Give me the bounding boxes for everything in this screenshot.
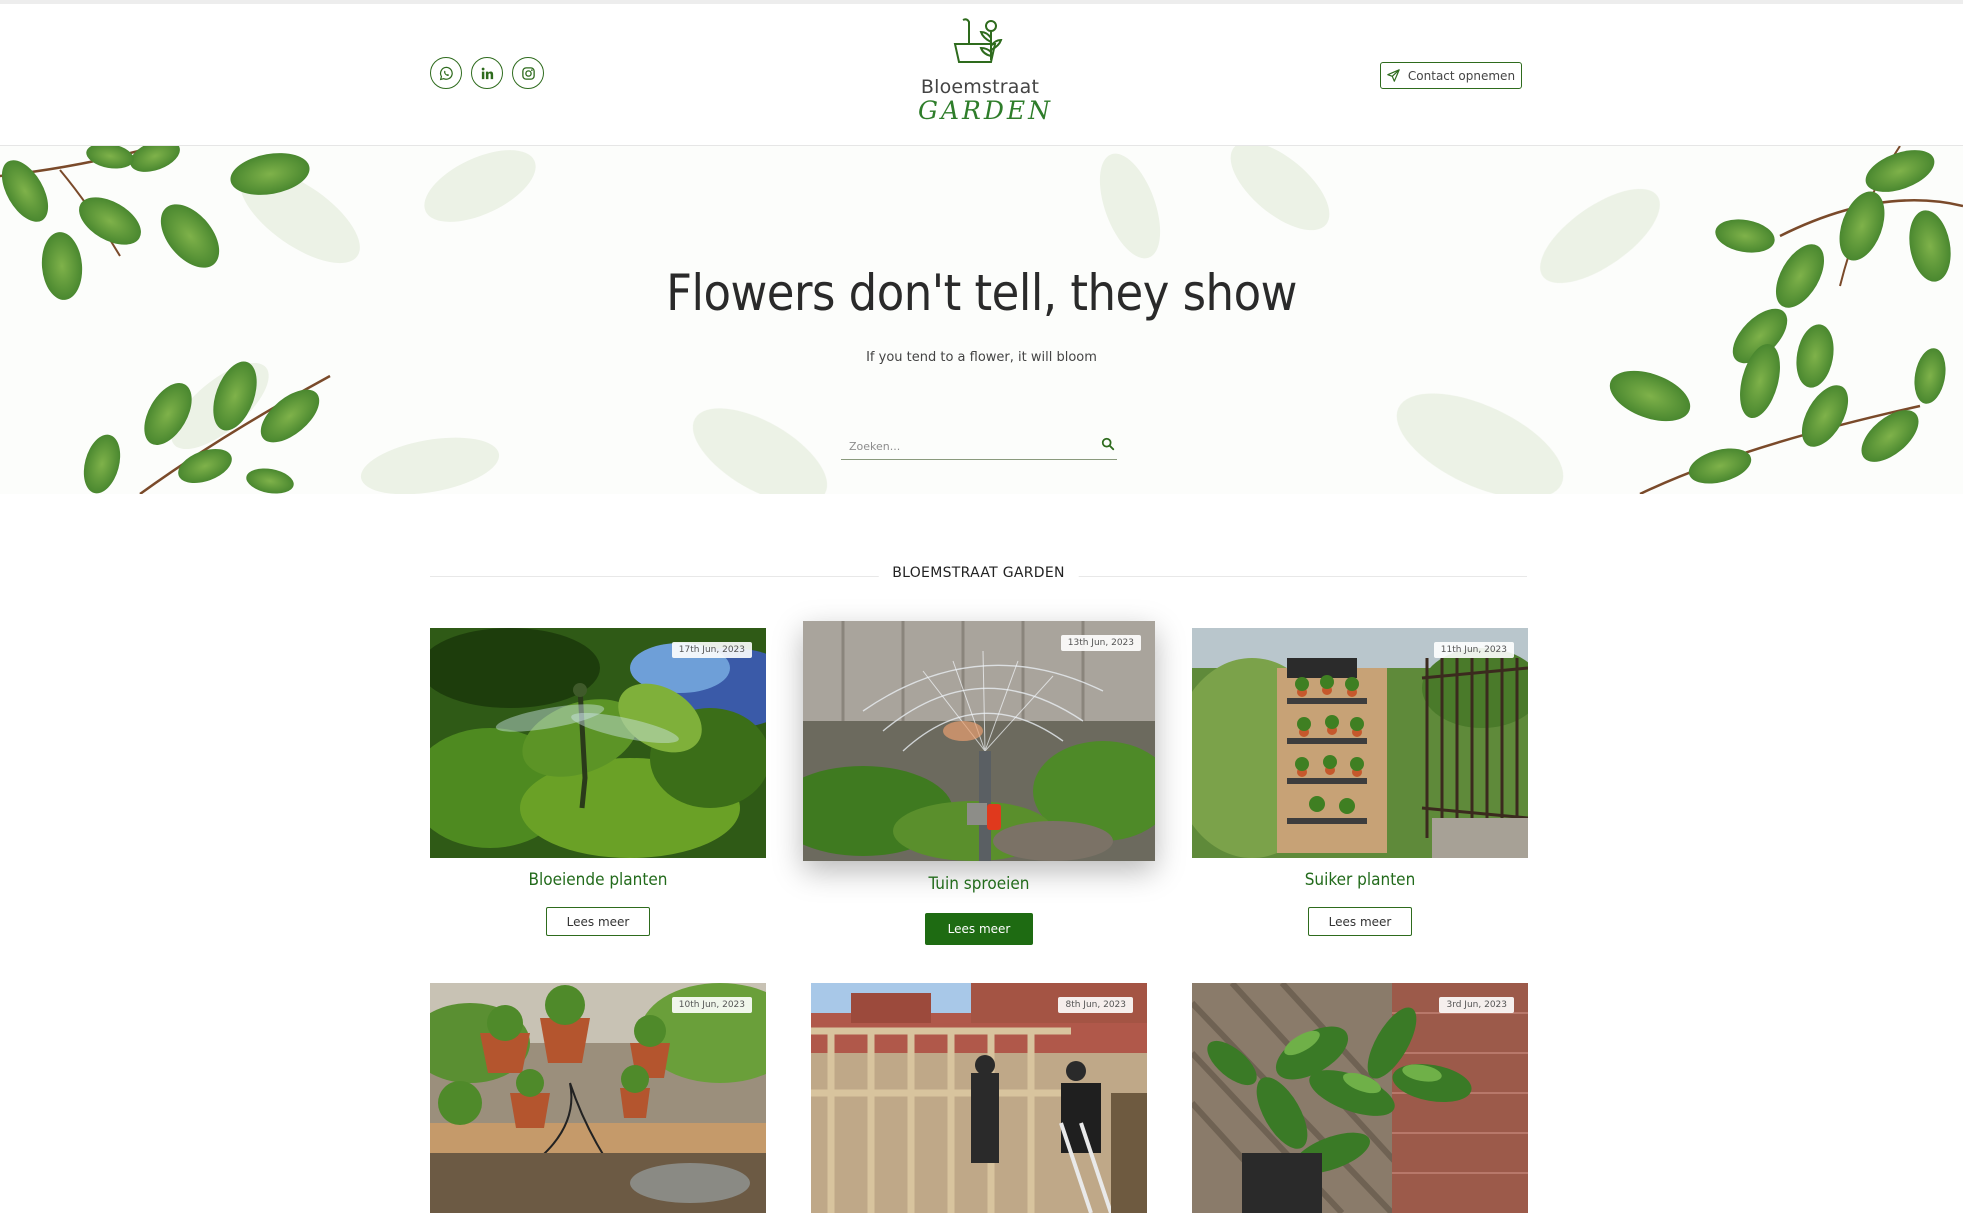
linkedin-icon bbox=[481, 67, 493, 79]
search-icon[interactable] bbox=[1101, 437, 1115, 451]
logo-text-garden: GARDEN bbox=[918, 96, 1054, 125]
post-date-badge: 17th Jun, 2023 bbox=[671, 642, 752, 658]
post-image-dragonfly[interactable]: 17th Jun, 2023 bbox=[430, 628, 766, 858]
site-logo[interactable]: Bloemstraat GARDEN bbox=[918, 16, 1054, 125]
post-title[interactable]: Tuin sproeien bbox=[803, 874, 1155, 894]
instagram-icon bbox=[521, 66, 535, 80]
site-header: Bloemstraat GARDEN Contact opnemen bbox=[0, 4, 1963, 146]
read-more-button[interactable]: Lees meer bbox=[925, 913, 1033, 945]
contact-button[interactable]: Contact opnemen bbox=[1380, 62, 1522, 89]
post-image-shed-build[interactable]: 8th Jun, 2023 bbox=[811, 983, 1147, 1213]
garden-tools-logo-icon bbox=[953, 18, 1003, 63]
whatsapp-link[interactable] bbox=[430, 57, 462, 89]
paper-plane-icon bbox=[1387, 69, 1400, 82]
linkedin-link[interactable] bbox=[471, 57, 503, 89]
section-header: BLOEMSTRAAT GARDEN bbox=[430, 560, 1527, 590]
post-date-badge: 11th Jun, 2023 bbox=[1433, 642, 1514, 658]
logo-text-bloemstraat: Bloemstraat bbox=[920, 76, 1040, 98]
post-title[interactable]: Suiker planten bbox=[1192, 870, 1528, 890]
hero-banner: Flowers don't tell, they show If you ten… bbox=[0, 146, 1963, 494]
post-date-badge: 8th Jun, 2023 bbox=[1058, 997, 1133, 1013]
post-card: 8th Jun, 2023 bbox=[811, 983, 1147, 1213]
contact-button-label: Contact opnemen bbox=[1407, 68, 1516, 83]
post-card: 11th Jun, 2023 Suiker planten Lees meer bbox=[1192, 628, 1528, 943]
post-image-plants-on-deck[interactable]: 3rd Jun, 2023 bbox=[1192, 983, 1528, 1213]
post-image-potted-plants[interactable]: 10th Jun, 2023 bbox=[430, 983, 766, 1213]
post-card: 3rd Jun, 2023 bbox=[1192, 983, 1528, 1213]
social-links bbox=[430, 57, 544, 89]
search-input[interactable] bbox=[847, 434, 1081, 458]
post-image-plant-rack[interactable]: 11th Jun, 2023 bbox=[1192, 628, 1528, 858]
hero-title: Flowers don't tell, they show bbox=[666, 264, 1297, 322]
post-card: 17th Jun, 2023 Bloeiende planten Lees me… bbox=[430, 628, 766, 943]
instagram-link[interactable] bbox=[512, 57, 544, 89]
read-more-button[interactable]: Lees meer bbox=[1308, 907, 1412, 936]
post-card: 13th Jun, 2023 Tuin sproeien Lees meer bbox=[803, 621, 1155, 951]
post-date-badge: 13th Jun, 2023 bbox=[1060, 635, 1141, 651]
hero-subtitle: If you tend to a flower, it will bloom bbox=[866, 350, 1097, 365]
whatsapp-icon bbox=[439, 66, 453, 80]
post-date-badge: 3rd Jun, 2023 bbox=[1439, 997, 1514, 1013]
search-bar bbox=[841, 432, 1117, 460]
read-more-button[interactable]: Lees meer bbox=[546, 907, 650, 936]
post-date-badge: 10th Jun, 2023 bbox=[671, 997, 752, 1013]
section-title: BLOEMSTRAAT GARDEN bbox=[878, 565, 1079, 581]
post-title[interactable]: Bloeiende planten bbox=[430, 870, 766, 890]
post-card: 10th Jun, 2023 bbox=[430, 983, 766, 1213]
post-image-sprinkler[interactable]: 13th Jun, 2023 bbox=[803, 621, 1155, 861]
